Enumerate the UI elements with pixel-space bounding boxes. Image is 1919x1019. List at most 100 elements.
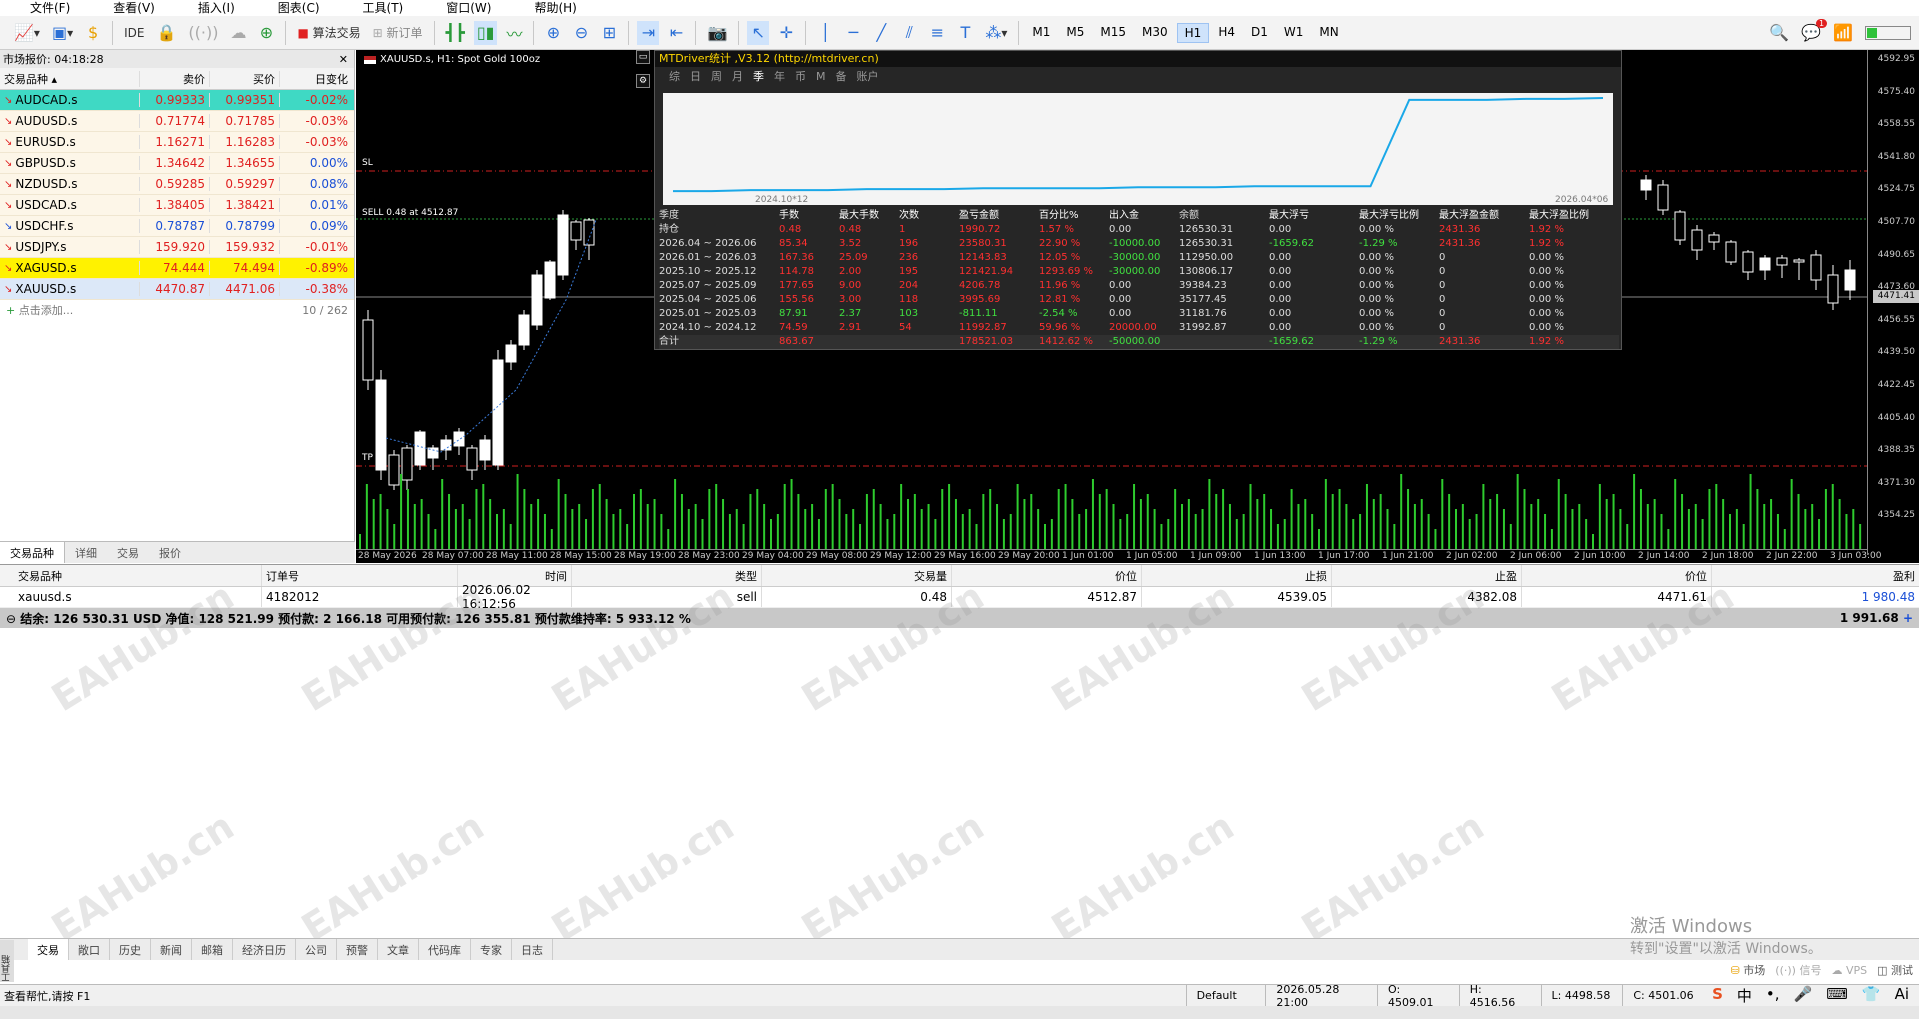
orders-col[interactable]: 止损 [1142, 565, 1332, 586]
market-watch-row[interactable]: ↘ USDJPY.s 159.920 159.932 -0.01% [0, 237, 354, 258]
toolbox-vertical-tab[interactable]: 工具箱 [0, 940, 14, 982]
timeframe-m5[interactable]: M5 [1059, 23, 1091, 43]
orders-col[interactable]: 价位 [952, 565, 1142, 586]
chat-icon[interactable]: 💬 1 [1801, 19, 1828, 42]
cursor-button[interactable]: ↖ [747, 20, 770, 45]
zoom-out-button[interactable]: ⊖ [570, 21, 592, 45]
toolbox-tab[interactable]: 代码库 [419, 939, 471, 960]
mtd-tab[interactable]: 周 [711, 68, 722, 84]
tab-ticks[interactable]: 报价 [149, 542, 191, 563]
market-watch-row[interactable]: ↘ USDCHF.s 0.78787 0.78799 0.09% [0, 216, 354, 237]
tab-details[interactable]: 详细 [65, 542, 107, 563]
orders-col[interactable]: 盈利 [1712, 565, 1919, 586]
vps-button[interactable]: ⊕ [255, 21, 277, 45]
microphone-icon[interactable]: 🎤 [1794, 985, 1813, 1006]
timeframe-mn[interactable]: MN [1312, 23, 1345, 43]
col-symbol[interactable]: 交易品种 ▴ [0, 70, 140, 87]
shapes-button[interactable]: ⁂ ▾ [982, 21, 1010, 45]
ime-chinese-icon[interactable]: 中 [1737, 985, 1752, 1006]
toolbox-tab[interactable]: 交易 [28, 939, 69, 960]
toolbox-tab[interactable]: 日志 [512, 939, 553, 960]
timeframe-h1[interactable]: H1 [1176, 22, 1210, 43]
signal-strength-icon[interactable]: 📶 [1833, 23, 1853, 42]
orders-col[interactable]: 交易量 [762, 565, 952, 586]
timeframe-d1[interactable]: D1 [1244, 23, 1275, 43]
market-watch-row[interactable]: ↘ GBPUSD.s 1.34642 1.34655 0.00% [0, 153, 354, 174]
menu-tools[interactable]: 工具(T) [333, 0, 417, 16]
horizontal-line-button[interactable]: ─ [842, 21, 864, 45]
crosshair-button[interactable]: ✛ [775, 21, 797, 45]
keyboard-icon[interactable]: ⌨ [1826, 985, 1848, 1006]
trendline-button[interactable]: ╱ [870, 21, 892, 45]
market-watch-row[interactable]: ↘ NZDUSD.s 0.59285 0.59297 0.08% [0, 174, 354, 195]
market-watch-row[interactable]: ↘ USDCAD.s 1.38405 1.38421 0.01% [0, 195, 354, 216]
toolbox-tab[interactable]: 新闻 [151, 939, 192, 960]
algo-trading-button[interactable]: ■ 算法交易 [294, 21, 363, 45]
autoscroll-button[interactable]: ⇥ [637, 20, 660, 45]
chart-shift-button[interactable]: ⇤ [665, 21, 687, 45]
timeframe-h4[interactable]: H4 [1211, 23, 1242, 43]
tray-test[interactable]: ◫ 测试 [1877, 962, 1913, 978]
toolbox-tab[interactable]: 历史 [110, 939, 151, 960]
ide-button[interactable]: IDE [121, 21, 147, 45]
orders-col[interactable]: 订单号 [262, 565, 458, 586]
tab-symbols[interactable]: 交易品种 [0, 542, 65, 563]
ime-punct-icon[interactable]: •, [1766, 985, 1780, 1006]
screenshot-button[interactable]: 📷 [704, 21, 730, 45]
toolbox-tab[interactable]: 文章 [378, 939, 419, 960]
profiles-button[interactable]: ▣ ▾ [49, 21, 76, 45]
toolbox-tab[interactable]: 预警 [337, 939, 378, 960]
col-ask[interactable]: 买价 [210, 70, 280, 87]
mtd-tab[interactable]: 综 [669, 68, 680, 84]
market-watch-row[interactable]: ↘ AUDUSD.s 0.71774 0.71785 -0.03% [0, 111, 354, 132]
line-chart-button[interactable]: 〰 [503, 21, 525, 45]
vertical-line-button[interactable]: │ [814, 21, 836, 45]
bar-chart-button[interactable]: ┫┣ [443, 21, 468, 45]
mtd-tab[interactable]: 账户 [857, 68, 879, 84]
menu-file[interactable]: 文件(F) [0, 0, 83, 16]
timeframe-m1[interactable]: M1 [1025, 23, 1057, 43]
orders-col[interactable]: 交易品种 [0, 565, 262, 586]
col-change[interactable]: 日变化 [280, 71, 352, 87]
timeframe-m30[interactable]: M30 [1135, 23, 1175, 43]
orders-col[interactable]: 类型 [572, 565, 762, 586]
zoom-in-button[interactable]: ⊕ [542, 21, 564, 45]
menu-charts[interactable]: 图表(C) [248, 0, 333, 16]
market-button[interactable]: $ [82, 21, 104, 45]
ime-logo-icon[interactable]: S [1712, 985, 1723, 1006]
mtd-tab[interactable]: 备 [836, 68, 847, 84]
candlestick-button[interactable]: ▯▮ [473, 20, 498, 45]
text-button[interactable]: T [954, 21, 976, 45]
timeframe-w1[interactable]: W1 [1277, 23, 1311, 43]
time-axis[interactable]: 28 May 2026 28 May 07:00 28 May 11:00 28 Ma… [356, 549, 1881, 563]
market-watch-add[interactable]: + 点击添加... 10 / 262 [0, 300, 354, 320]
chart-properties-icon[interactable]: ⚙ [636, 74, 650, 88]
menu-view[interactable]: 查看(V) [83, 0, 168, 16]
col-bid[interactable]: 卖价 [140, 70, 210, 87]
search-icon[interactable]: 🔍 [1769, 23, 1789, 42]
cloud-button[interactable]: ☁ [227, 21, 249, 45]
menu-window[interactable]: 窗口(W) [416, 0, 504, 16]
orders-col[interactable]: 止盈 [1332, 565, 1522, 586]
ai-icon[interactable]: Ai [1895, 985, 1909, 1006]
mtd-tab[interactable]: 币 [795, 68, 806, 84]
chart-scroll-icon[interactable]: ▭ [636, 50, 650, 64]
status-profile[interactable]: Default [1185, 985, 1266, 1006]
timeframe-m15[interactable]: M15 [1093, 23, 1133, 43]
orders-col[interactable]: 价位 [1522, 565, 1712, 586]
tab-trading[interactable]: 交易 [107, 542, 149, 563]
market-watch-row[interactable]: ↘ AUDCAD.s 0.99333 0.99351 -0.02% [0, 90, 354, 111]
toolbox-tab[interactable]: 邮箱 [192, 939, 233, 960]
market-watch-row[interactable]: ↘ EURUSD.s 1.16271 1.16283 -0.03% [0, 132, 354, 153]
mtd-tab[interactable]: 月 [732, 68, 743, 84]
menu-insert[interactable]: 插入(I) [168, 0, 248, 16]
tray-market[interactable]: ⛁ 市场 [1731, 962, 1766, 978]
toolbox-tab[interactable]: 公司 [296, 939, 337, 960]
mtd-tab[interactable]: 季 [753, 68, 764, 84]
tile-button[interactable]: ⊞ [598, 21, 620, 45]
market-watch-row[interactable]: ↘ XAUUSD.s 4470.87 4471.06 -0.38% [0, 279, 354, 300]
market-watch-row[interactable]: ↘ XAGUSD.s 74.444 74.494 -0.89% [0, 258, 354, 279]
new-order-button[interactable]: ⊞ 新订单 [370, 21, 426, 45]
signal-button[interactable]: ((·)) [185, 21, 221, 45]
mtd-tab[interactable]: 日 [690, 68, 701, 84]
